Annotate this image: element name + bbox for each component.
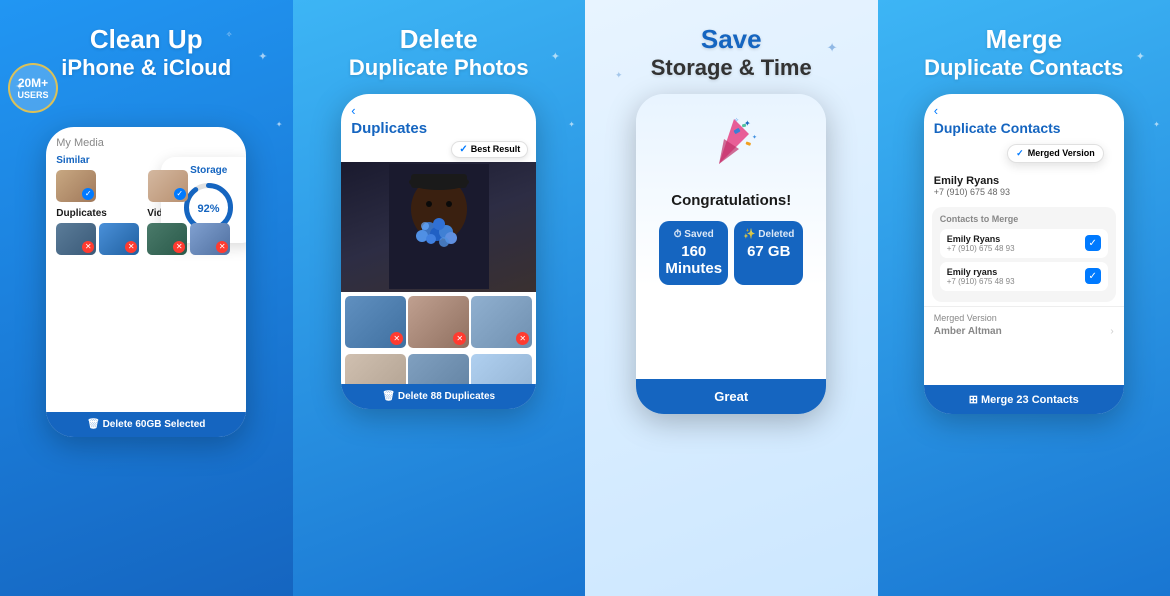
sparkle-icon: ✧ xyxy=(226,30,233,39)
pm1-header: My Media xyxy=(56,137,236,149)
back-arrow-icon: ‹ xyxy=(934,103,938,118)
phone-mockup-3: ✦ ✦ ✧ Congratulations! ⏱ Saved 160 Minut… xyxy=(636,94,826,414)
great-button[interactable]: Great xyxy=(636,379,826,414)
x-badge: ✕ xyxy=(125,241,137,253)
svg-text:92%: 92% xyxy=(198,203,220,215)
main-contact-row: Emily Ryans +7 (910) 675 48 93 xyxy=(924,169,1124,203)
panel3-title: Save Storage & Time xyxy=(651,24,812,82)
check-badge: ✓ xyxy=(174,188,186,200)
congrats-area: ✦ ✦ ✧ Congratulations! ⏱ Saved 160 Minut… xyxy=(636,94,826,295)
photo-image xyxy=(389,164,489,289)
panel2-title: Delete Duplicate Photos xyxy=(349,24,529,82)
thumb-item: ✕ xyxy=(190,223,230,255)
check-icon: ✓ xyxy=(459,144,467,155)
saved-stat: ⏱ Saved 160 Minutes xyxy=(659,221,728,285)
thumb-item: ✕ xyxy=(99,223,139,255)
ctm-contact-info-2: Emily ryans +7 (910) 675 48 93 xyxy=(947,267,1015,286)
duplicates-section: Duplicates ✕ ✕ xyxy=(56,208,139,255)
thumb-item: ✓ xyxy=(56,170,96,202)
ctm-contact-info-1: Emily Ryans +7 (910) 675 48 93 xyxy=(947,234,1015,253)
phone-mockup-1: My Media Storage 92% Similar ✓ xyxy=(46,127,246,437)
thumb-item: ✕ xyxy=(56,223,96,255)
x-badge: ✕ xyxy=(453,332,466,345)
pm2-header: ‹ Duplicates xyxy=(341,94,536,141)
thumb-item: ✕ xyxy=(147,223,187,255)
panel1-title: Clean Up iPhone & iCloud xyxy=(61,24,231,82)
ctm-check-2: ✓ xyxy=(1085,268,1101,284)
panel-merge: Merge Duplicate Contacts ✦ ✦ ‹ Duplicate… xyxy=(878,0,1170,596)
best-result-tag: ✓ Best Result xyxy=(451,141,528,158)
party-icon: ✦ ✦ ✧ xyxy=(704,114,759,186)
x-badge: ✕ xyxy=(390,332,403,345)
x-badge: ✕ xyxy=(82,241,94,253)
thumb-item: ✓ xyxy=(148,170,188,202)
chevron-right-icon: › xyxy=(1110,326,1113,337)
dup-thumb: ✕ xyxy=(345,296,406,348)
contact-info: Emily Ryans +7 (910) 675 48 93 xyxy=(934,175,1010,197)
sparkle-icon: ✦ xyxy=(276,120,283,129)
contact-row-1: Emily Ryans +7 (910) 675 48 93 ✓ xyxy=(940,229,1108,258)
sparkle-icon: ✦ xyxy=(1153,120,1160,129)
party-popper-icon: ✦ ✦ ✧ xyxy=(704,114,759,174)
contact-row-2: Emily ryans +7 (910) 675 48 93 ✓ xyxy=(940,262,1108,291)
sparkle-icon: ✦ xyxy=(258,50,267,63)
sparkle-icon: ✦ xyxy=(615,70,623,81)
phone-mockup-4: ‹ Duplicate Contacts ✓ Merged Version Em… xyxy=(924,94,1124,414)
sparkle-icon: ✦ xyxy=(551,50,560,63)
check-icon: ✓ xyxy=(1016,148,1024,159)
merged-version-badge: ✓ Merged Version xyxy=(1007,144,1104,163)
dup-thumb: ✕ xyxy=(408,296,469,348)
sparkle-icon: ✦ xyxy=(1136,50,1145,63)
panel-delete: Delete Duplicate Photos ✦ ✦ ‹ Duplicates… xyxy=(293,0,586,596)
sparkle-icon: ✦ xyxy=(15,80,24,93)
contacts-to-merge: Contacts to Merge Emily Ryans +7 (910) 6… xyxy=(932,207,1116,302)
main-photo xyxy=(341,162,536,292)
dup-grid: ✕ ✕ xyxy=(56,223,139,255)
pm4-header: ‹ Duplicate Contacts xyxy=(924,94,1124,140)
sparkle-icon: ✦ xyxy=(827,40,838,56)
back-arrow-icon: ‹ xyxy=(351,103,355,118)
panel-save: Save Storage & Time ✦ ✦ ✦ ✦ ✧ xyxy=(585,0,878,596)
phone-mockup-2: ‹ Duplicates ✓ Best Result xyxy=(341,94,536,409)
panel4-title: Merge Duplicate Contacts xyxy=(924,24,1123,82)
x-badge: ✕ xyxy=(216,241,228,253)
stats-grid: ⏱ Saved 160 Minutes ✨ Deleted 67 GB xyxy=(651,221,811,285)
delete-bar[interactable]: 🗑 Delete 60GB Selected xyxy=(46,412,246,437)
deleted-stat: ✨ Deleted 67 GB xyxy=(734,221,803,285)
delete-bar-2[interactable]: 🗑 Delete 88 Duplicates xyxy=(341,384,536,409)
x-badge: ✕ xyxy=(173,241,185,253)
dup-thumb: ✕ xyxy=(471,296,532,348)
sparkle-icon: ✦ xyxy=(568,120,575,129)
dup-thumb-row-1: ✕ ✕ ✕ xyxy=(341,292,536,352)
merged-version-row: Merged Version Amber Altman › xyxy=(924,306,1124,343)
panel-cleanup: Clean Up iPhone & iCloud 20M+ USERS ✦ ✦ … xyxy=(0,0,293,596)
svg-text:✦: ✦ xyxy=(752,134,757,141)
merge-button[interactable]: ⊞ Merge 23 Contacts xyxy=(924,385,1124,414)
check-badge: ✓ xyxy=(82,188,94,200)
x-badge: ✕ xyxy=(516,332,529,345)
ctm-check-1: ✓ xyxy=(1085,235,1101,251)
